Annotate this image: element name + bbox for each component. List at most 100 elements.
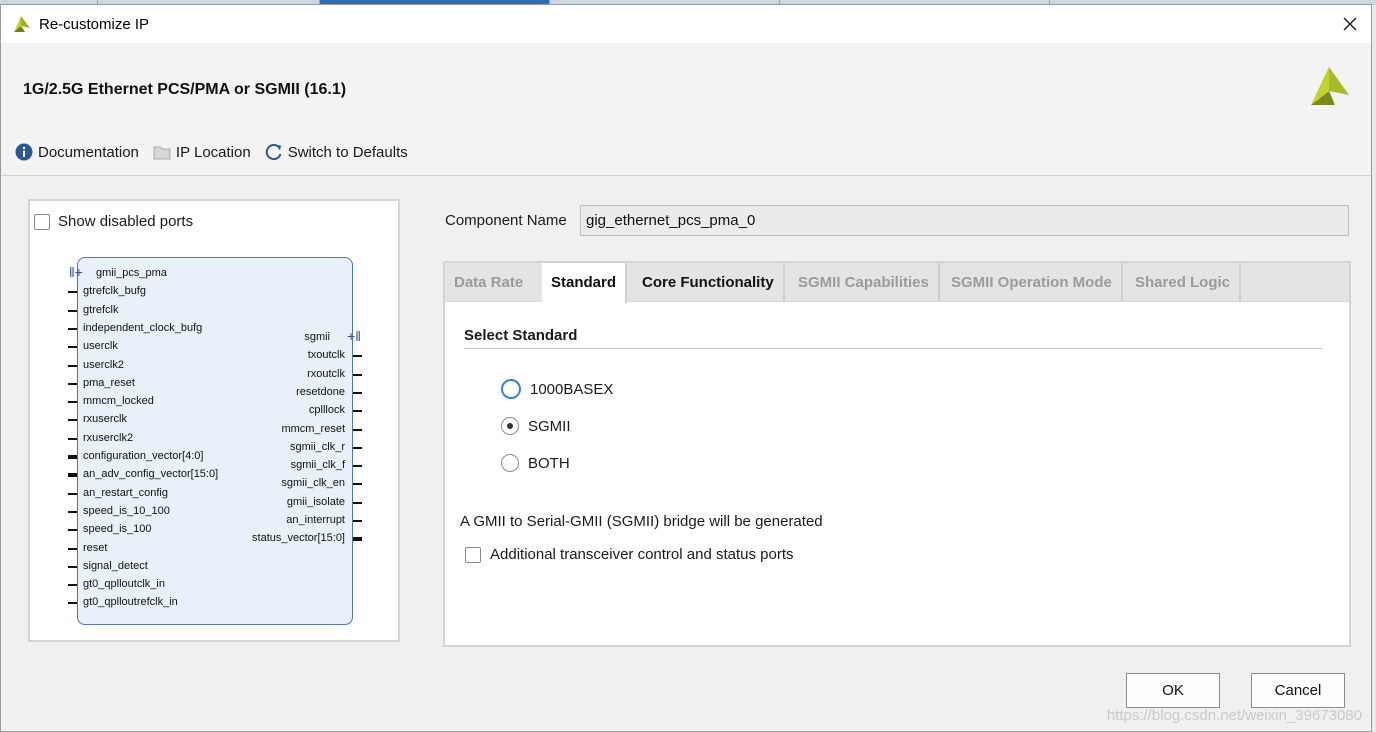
port-label: resetdone xyxy=(296,385,345,398)
port-pin xyxy=(68,364,77,367)
xilinx-logo-icon xyxy=(1311,67,1349,105)
port-pin xyxy=(353,465,362,468)
port-label: gmii_isolate xyxy=(286,495,345,508)
port-label: an_restart_config xyxy=(83,486,168,499)
port-pin xyxy=(68,565,77,568)
port-label: txoutclk xyxy=(307,349,345,362)
switch-to-defaults-label: Switch to Defaults xyxy=(287,143,408,161)
port-label: userclk2 xyxy=(83,358,124,371)
port-label: an_interrupt xyxy=(286,514,345,526)
ok-button[interactable]: OK xyxy=(1126,673,1220,708)
tab-label: Core Functionality xyxy=(642,274,774,291)
port-pin xyxy=(353,446,362,449)
ip-header: 1G/2.5G Ethernet PCS/PMA or SGMII (16.1)… xyxy=(1,43,1371,176)
port-pin xyxy=(353,428,362,431)
port-label: sgmii_clk_en xyxy=(281,477,345,490)
port-label: gt0_qplloutrefclk_in xyxy=(83,596,178,609)
tab-bar: Data Rate Standard Core Functionality SG… xyxy=(445,263,1349,303)
port-pin xyxy=(68,547,77,550)
watermark-text: https://blog.csdn.net/weixin_39673080 xyxy=(1106,707,1362,724)
ip-location-button[interactable]: IP Location xyxy=(153,144,251,161)
close-icon[interactable] xyxy=(1339,13,1361,35)
section-divider xyxy=(464,348,1322,349)
tab-label: SGMII Capabilities xyxy=(798,274,929,291)
radio-button[interactable] xyxy=(501,379,521,399)
switch-to-defaults-button[interactable]: Switch to Defaults xyxy=(265,143,408,161)
tab-data-rate[interactable]: Data Rate xyxy=(445,263,532,302)
tab-core-functionality[interactable]: Core Functionality xyxy=(633,263,785,302)
refresh-icon xyxy=(265,144,282,161)
tab-sgmii-capabilities[interactable]: SGMII Capabilities xyxy=(789,263,940,302)
port-pin xyxy=(68,401,77,404)
port-label: an_adv_config_vector[15:0] xyxy=(83,468,219,481)
port-label: speed_is_100 xyxy=(83,523,152,536)
additional-ports-label: Additional transceiver control and statu… xyxy=(490,546,794,563)
port-pin xyxy=(68,455,77,459)
port-pin xyxy=(353,483,362,486)
port-pin xyxy=(68,346,77,349)
port-pin xyxy=(353,355,362,358)
port-label: rxuserclk xyxy=(83,413,128,426)
port-label: gt0_qplloutclk_in xyxy=(83,578,165,591)
port-pin xyxy=(68,291,77,294)
info-icon xyxy=(15,143,33,161)
port-label: rxuserclk2 xyxy=(83,431,134,444)
port-label: rxoutclk xyxy=(307,367,345,380)
radio-both[interactable]: BOTH xyxy=(501,454,570,472)
configuration-panel: Data Rate Standard Core Functionality SG… xyxy=(443,261,1351,647)
radio-button[interactable] xyxy=(501,454,519,472)
tab-shared-logic[interactable]: Shared Logic xyxy=(1126,263,1242,302)
port-pin xyxy=(68,382,77,385)
component-name-label: Component Name xyxy=(445,212,567,229)
port-pin xyxy=(353,373,362,376)
port-label: gmii_pcs_pma xyxy=(96,267,167,279)
window-title: Re-customize IP xyxy=(39,16,150,33)
folder-icon xyxy=(153,146,171,160)
radio-label: BOTH xyxy=(528,454,570,472)
toolbar: Documentation IP Location Switch to Defa… xyxy=(15,141,422,163)
port-label: gtrefclk xyxy=(83,303,119,316)
port-pin xyxy=(68,510,77,513)
xilinx-logo-icon xyxy=(14,16,30,32)
ip-title: 1G/2.5G Ethernet PCS/PMA or SGMII (16.1) xyxy=(23,81,347,98)
port-pin xyxy=(68,437,77,440)
additional-ports-checkbox[interactable]: Additional transceiver control and statu… xyxy=(465,546,794,563)
tab-standard[interactable]: Standard xyxy=(542,263,628,303)
port-label: independent_clock_bufg xyxy=(83,321,203,334)
checkbox-box[interactable] xyxy=(34,213,50,230)
radio-button[interactable] xyxy=(501,417,519,435)
port-label: sgmii_clk_r xyxy=(289,440,345,453)
port-label: userclk xyxy=(83,340,118,353)
port-label: configuration_vector[4:0] xyxy=(83,450,204,462)
ip-symbol-block: gmii_pcs_pma ‖+ gtrefclk_bufg gtrefclk indep… xyxy=(68,257,362,625)
port-pin xyxy=(68,309,77,312)
port-pin xyxy=(353,537,362,542)
radio-sgmii[interactable]: SGMII xyxy=(501,417,571,435)
port-label: mmcm_locked xyxy=(83,395,154,408)
tab-label: Data Rate xyxy=(454,274,524,291)
component-name-field[interactable] xyxy=(580,205,1349,236)
tab-label: SGMII Operation Mode xyxy=(951,274,1112,291)
bus-interface-icon[interactable]: +‖ xyxy=(347,329,361,343)
standard-info-text: A GMII to Serial-GMII (SGMII) bridge wil… xyxy=(460,513,823,530)
select-standard-heading: Select Standard xyxy=(464,327,578,344)
port-label: signal_detect xyxy=(83,559,148,572)
port-pin xyxy=(68,602,77,605)
port-pin xyxy=(68,327,77,330)
radio-label: SGMII xyxy=(528,417,571,435)
port-label: pma_reset xyxy=(83,376,135,389)
cancel-button[interactable]: Cancel xyxy=(1251,673,1345,708)
port-label: speed_is_10_100 xyxy=(83,504,170,517)
port-label: sgmii_clk_f xyxy=(290,459,345,472)
documentation-button[interactable]: Documentation xyxy=(15,143,139,161)
bus-interface-icon[interactable]: ‖+ xyxy=(69,265,83,279)
show-disabled-ports-checkbox[interactable]: Show disabled ports xyxy=(34,213,193,230)
checkbox-box[interactable] xyxy=(465,546,481,563)
radio-1000basex[interactable]: 1000BASEX xyxy=(501,379,613,399)
port-pin xyxy=(353,391,362,394)
tab-sgmii-operation-mode[interactable]: SGMII Operation Mode xyxy=(942,263,1123,302)
port-pin xyxy=(68,529,77,532)
port-pin xyxy=(68,584,77,587)
port-pin xyxy=(353,410,362,413)
ip-location-label: IP Location xyxy=(175,143,251,161)
